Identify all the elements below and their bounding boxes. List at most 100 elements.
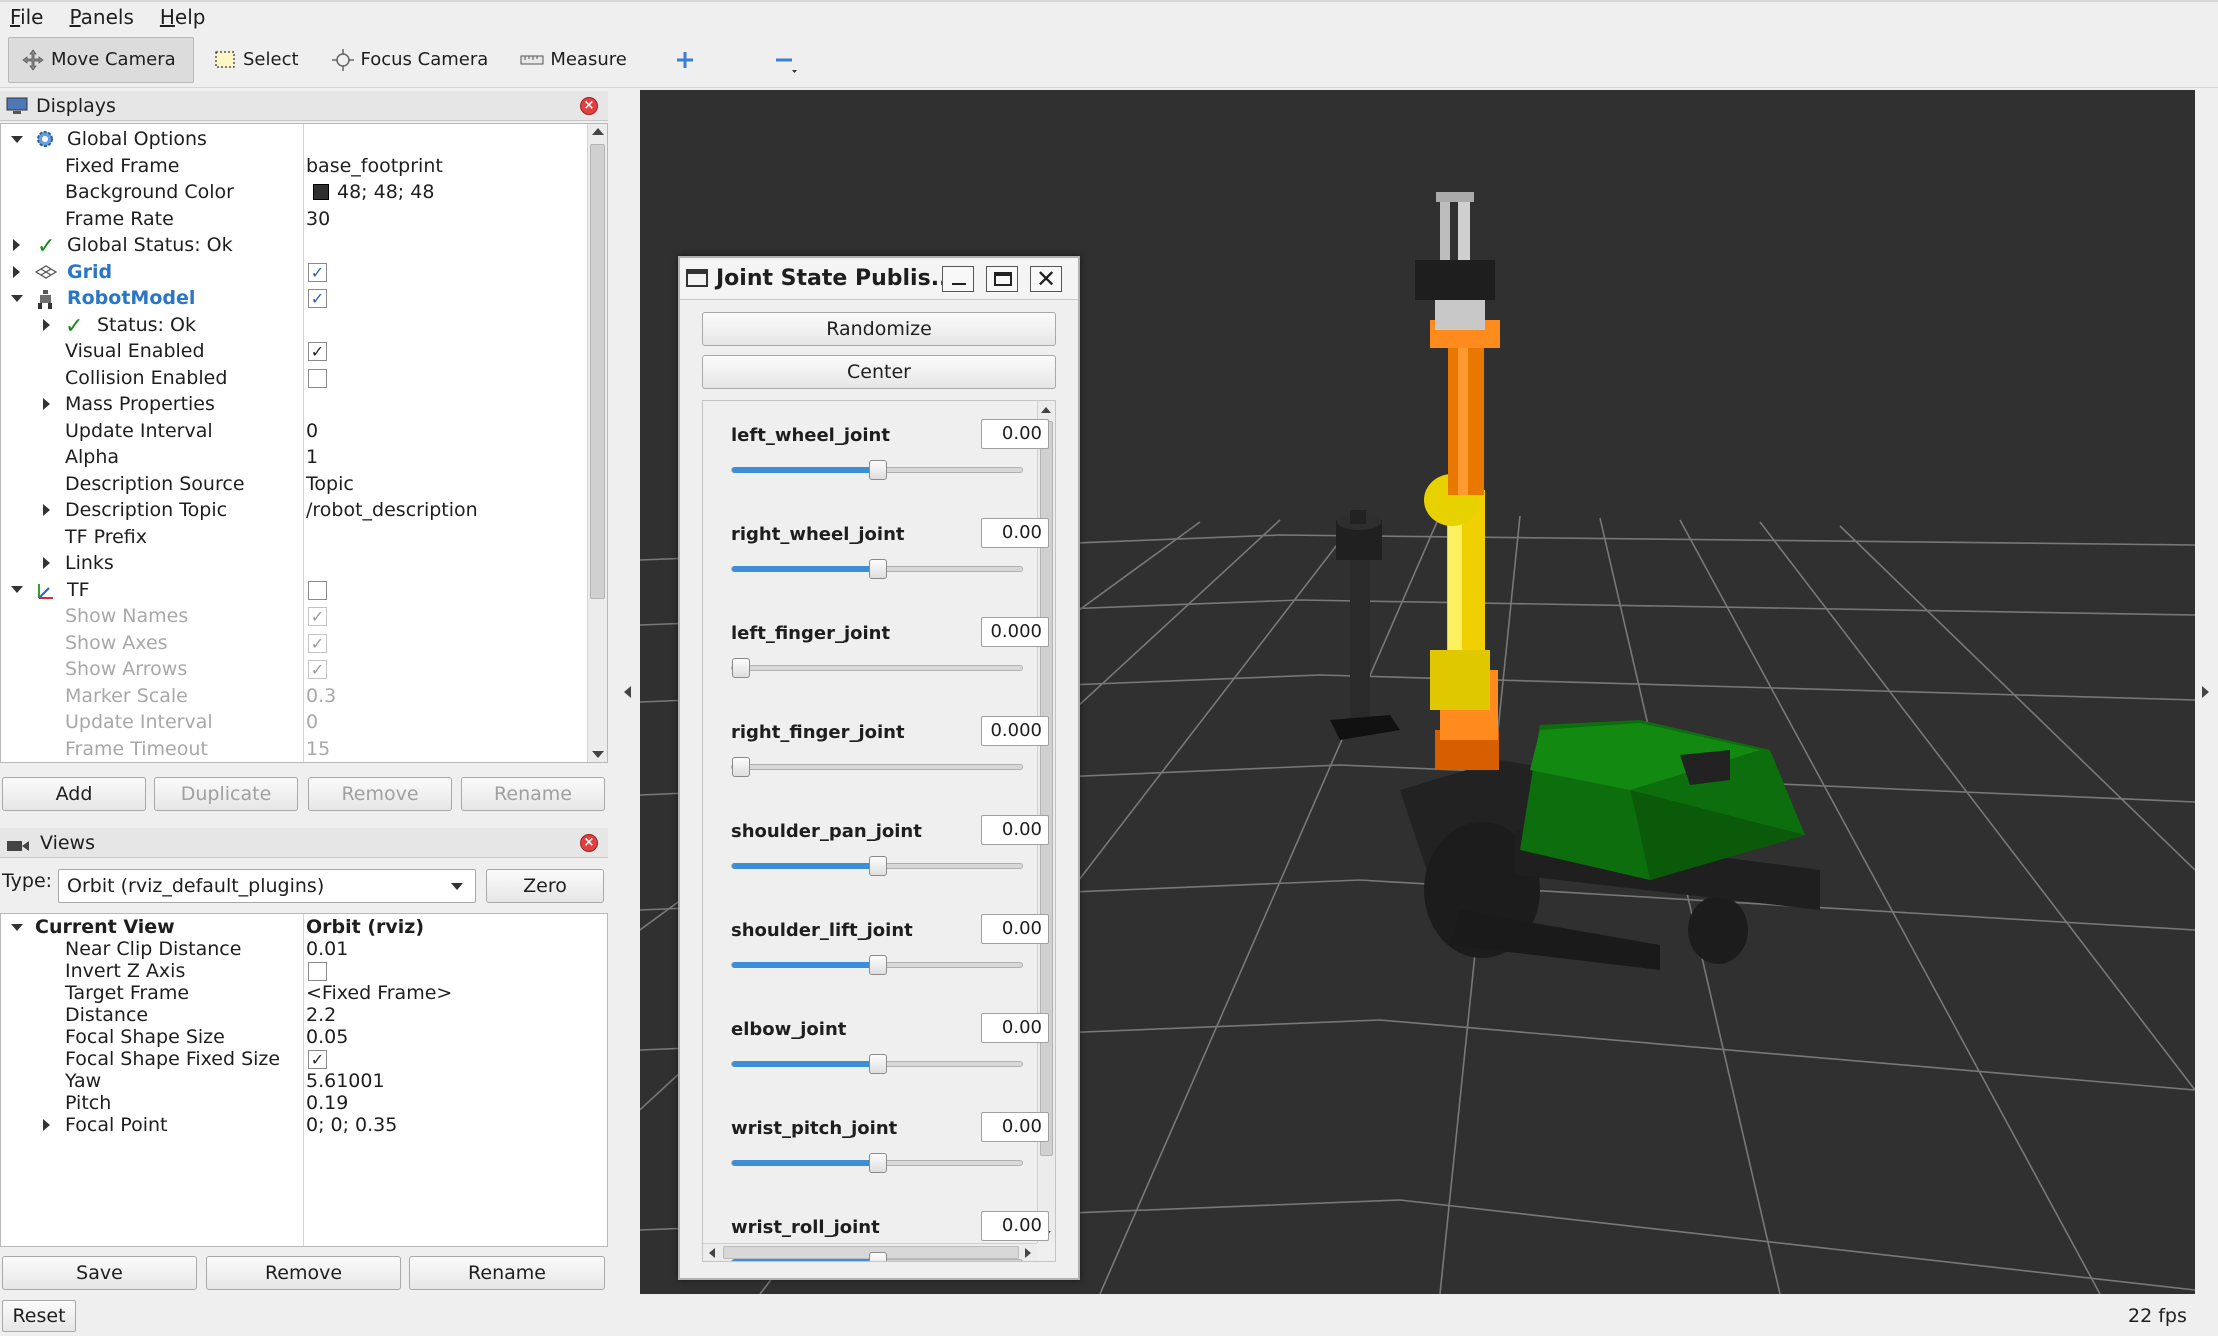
view-row-focal-shape-fixed[interactable]: Focal Shape Fixed Size ✓ — [1, 1048, 607, 1070]
view-row-focal-point[interactable]: Focal Point 0; 0; 0.35 — [1, 1114, 607, 1136]
focal-shape-fixed-checkbox[interactable]: ✓ — [308, 1050, 327, 1069]
joint-value-field[interactable]: 0.00 — [981, 1013, 1049, 1043]
display-row-alpha[interactable]: Alpha 1 — [1, 444, 607, 471]
center-button[interactable]: Center — [702, 355, 1056, 389]
joint-value-field[interactable]: 0.000 — [981, 716, 1049, 746]
view-row-focal-shape-size[interactable]: Focal Shape Size 0.05 — [1, 1026, 607, 1048]
display-row-show-axes[interactable]: Show Axes ✓ — [1, 630, 607, 657]
robotmodel-checkbox[interactable]: ✓ — [308, 289, 327, 308]
display-row-show-arrows[interactable]: Show Arrows ✓ — [1, 656, 607, 683]
display-row-background-color[interactable]: Background Color 48; 48; 48 — [1, 179, 607, 206]
display-row-tf-prefix[interactable]: TF Prefix — [1, 524, 607, 551]
maximize-button[interactable] — [986, 266, 1018, 292]
display-row-marker-scale[interactable]: Marker Scale 0.3 — [1, 683, 607, 710]
joint-value-field[interactable]: 0.00 — [981, 518, 1049, 548]
display-row-status-ok[interactable]: ✓ Status: Ok — [1, 312, 607, 339]
jsp-titlebar[interactable]: Joint State Publis... ✕ — [680, 258, 1078, 300]
add-tool-button[interactable] — [660, 37, 716, 83]
remove-tool-button[interactable] — [760, 37, 816, 83]
display-row-update-interval[interactable]: Update Interval 0 — [1, 418, 607, 445]
view-row-invert-z[interactable]: Invert Z Axis — [1, 960, 607, 982]
display-row-frame-timeout[interactable]: Frame Timeout 15 — [1, 736, 607, 763]
view-row-distance[interactable]: Distance 2.2 — [1, 1004, 607, 1026]
display-row-visual-enabled[interactable]: Visual Enabled ✓ — [1, 338, 607, 365]
close-window-button[interactable]: ✕ — [1030, 265, 1062, 293]
remove-view-button[interactable]: Remove — [206, 1256, 401, 1290]
display-row-grid[interactable]: Grid ✓ — [1, 259, 607, 286]
joint-slider-handle[interactable] — [869, 856, 887, 876]
views-type-select[interactable]: Orbit (rviz_default_plugins) — [58, 869, 476, 903]
visual-enabled-checkbox[interactable]: ✓ — [308, 342, 327, 361]
joint-slider[interactable] — [731, 955, 1023, 975]
show-arrows-checkbox[interactable]: ✓ — [308, 660, 327, 679]
display-row-show-names[interactable]: Show Names ✓ — [1, 603, 607, 630]
show-names-checkbox[interactable]: ✓ — [308, 607, 327, 626]
joint-slider-handle[interactable] — [869, 1153, 887, 1173]
joint-slider[interactable] — [731, 757, 1023, 777]
rename-view-button[interactable]: Rename — [409, 1256, 605, 1290]
select-button[interactable]: Select — [200, 37, 312, 83]
joint-slider-handle[interactable] — [869, 1054, 887, 1074]
joint-slider-handle[interactable] — [869, 559, 887, 579]
joint-slider[interactable] — [731, 1252, 1023, 1261]
display-row-collision-enabled[interactable]: Collision Enabled — [1, 365, 607, 392]
right-splitter-arrow[interactable] — [2202, 686, 2209, 698]
views-close-icon[interactable]: × — [580, 834, 598, 852]
reset-button[interactable]: Reset — [2, 1300, 76, 1332]
display-row-global-options[interactable]: Global Options — [1, 126, 607, 153]
joint-value-field[interactable]: 0.00 — [981, 419, 1049, 449]
display-row-robotmodel[interactable]: RobotModel ✓ — [1, 285, 607, 312]
grid-checkbox[interactable]: ✓ — [308, 262, 327, 282]
view-row-yaw[interactable]: Yaw 5.61001 — [1, 1070, 607, 1092]
joint-slider-handle[interactable] — [732, 658, 750, 678]
joint-value-field[interactable]: 0.00 — [981, 815, 1049, 845]
zero-button[interactable]: Zero — [486, 869, 604, 903]
joint-slider[interactable] — [731, 1153, 1023, 1173]
display-row-description-source[interactable]: Description Source Topic — [1, 471, 607, 498]
move-camera-button[interactable]: Move Camera — [8, 36, 194, 83]
menu-panels[interactable]: Panels — [69, 5, 133, 29]
joint-slider-handle[interactable] — [732, 757, 750, 777]
add-display-button[interactable]: Add — [2, 777, 146, 811]
view-row-target-frame[interactable]: Target Frame <Fixed Frame> — [1, 982, 607, 1004]
joint-slider[interactable] — [731, 856, 1023, 876]
collision-enabled-checkbox[interactable] — [308, 368, 327, 388]
left-splitter-arrow[interactable] — [624, 686, 631, 698]
randomize-button[interactable]: Randomize — [702, 312, 1056, 346]
display-row-tf-update-interval[interactable]: Update Interval 0 — [1, 709, 607, 736]
rename-display-button[interactable]: Rename — [461, 777, 605, 811]
joint-value-field[interactable]: 0.00 — [981, 1112, 1049, 1142]
duplicate-display-button[interactable]: Duplicate — [154, 777, 298, 811]
joint-slider-handle[interactable] — [869, 460, 887, 480]
tf-checkbox[interactable] — [308, 580, 327, 600]
invert-z-checkbox[interactable] — [308, 962, 327, 981]
remove-display-button[interactable]: Remove — [308, 777, 452, 811]
focus-camera-button[interactable]: Focus Camera — [318, 37, 502, 83]
joint-value-field[interactable]: 0.00 — [981, 914, 1049, 944]
display-row-tf[interactable]: TF — [1, 577, 607, 604]
display-row-mass-properties[interactable]: Mass Properties — [1, 391, 607, 418]
joint-slider[interactable] — [731, 460, 1023, 480]
minimize-button[interactable] — [942, 266, 974, 292]
display-row-fixed-frame[interactable]: Fixed Frame base_footprint — [1, 153, 607, 180]
displays-close-icon[interactable]: × — [580, 97, 598, 115]
display-row-description-topic[interactable]: Description Topic /robot_description — [1, 497, 607, 524]
joint-value-field[interactable]: 0.000 — [981, 617, 1049, 647]
show-axes-checkbox[interactable]: ✓ — [308, 633, 327, 653]
save-view-button[interactable]: Save — [2, 1256, 197, 1290]
view-row-pitch[interactable]: Pitch 0.19 — [1, 1092, 607, 1114]
joint-slider[interactable] — [731, 1054, 1023, 1074]
display-row-global-status[interactable]: ✓ Global Status: Ok — [1, 232, 607, 259]
view-row-current-view[interactable]: Current View Orbit (rviz) — [1, 916, 607, 938]
joint-slider[interactable] — [731, 559, 1023, 579]
measure-button[interactable]: Measure — [507, 37, 640, 83]
display-row-frame-rate[interactable]: Frame Rate 30 — [1, 206, 607, 233]
joint-value-field[interactable]: 0.00 — [981, 1211, 1049, 1241]
joint-slider[interactable] — [731, 658, 1023, 678]
menu-file[interactable]: File — [10, 5, 43, 29]
display-row-links[interactable]: Links — [1, 550, 607, 577]
joint-slider-handle[interactable] — [869, 955, 887, 975]
view-row-near-clip[interactable]: Near Clip Distance 0.01 — [1, 938, 607, 960]
menu-help[interactable]: Help — [160, 5, 206, 29]
joint-slider-handle[interactable] — [869, 1252, 887, 1261]
